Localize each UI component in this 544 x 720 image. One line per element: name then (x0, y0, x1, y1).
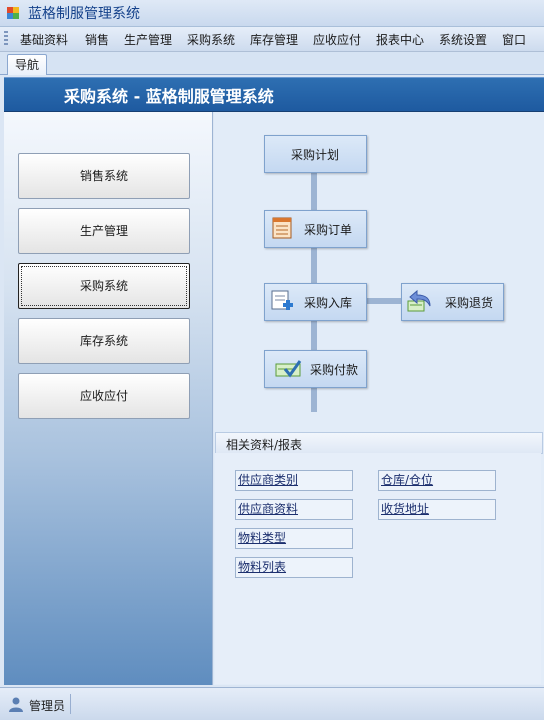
flow-node-receive-label: 采购入库 (304, 296, 353, 310)
related-section-title: 相关资料/报表 (226, 438, 303, 452)
link-material-type[interactable]: 物料类型 (235, 528, 353, 549)
sidebar: 销售系统 生产管理 采购系统 库存系统 应收应付 (4, 112, 213, 685)
link-supplier-info[interactable]: 供应商资料 (235, 499, 353, 520)
document-icon (272, 217, 292, 239)
app-icon (7, 7, 19, 19)
menu-reports[interactable]: 报表中心 (376, 31, 424, 48)
link-material-list[interactable]: 物料列表 (235, 557, 353, 578)
sidebar-item-inventory[interactable]: 库存系统 (18, 318, 190, 364)
menu-window[interactable]: 窗口 (502, 31, 526, 48)
tab-strip: 导航 (0, 52, 544, 75)
sidebar-item-sales[interactable]: 销售系统 (18, 153, 190, 199)
related-section: 供应商类别 仓库/仓位 供应商资料 收货地址 物料类型 物料列表 (215, 453, 541, 684)
flow-node-plan-label: 采购计划 (291, 148, 340, 162)
link-supplier-category[interactable]: 供应商类别 (235, 470, 353, 491)
sidebar-item-purchase[interactable]: 采购系统 (18, 263, 190, 309)
flow-node-order[interactable]: 采购订单 (264, 210, 367, 248)
user-icon (9, 697, 23, 712)
related-section-header: 相关资料/报表 (215, 432, 543, 454)
flow-node-payment-label: 采购付款 (310, 363, 359, 377)
page-title: 采购系统 - 蓝格制服管理系统 (64, 87, 274, 106)
menu-bar: 基础资料 销售 生产管理 采购系统 库存管理 应收应付 报表中心 系统设置 窗口 (0, 27, 544, 52)
status-separator (70, 694, 71, 714)
sidebar-item-receivables[interactable]: 应收应付 (18, 373, 190, 419)
menu-settings[interactable]: 系统设置 (439, 31, 487, 48)
flow-connector-horizontal (366, 298, 402, 304)
check-money-icon (275, 360, 302, 378)
menu-grip[interactable] (4, 31, 8, 47)
menu-inventory[interactable]: 库存管理 (250, 31, 298, 48)
title-bar: 蓝格制服管理系统 (0, 0, 544, 27)
status-bar: 管理员 (0, 687, 544, 720)
menu-receivables[interactable]: 应收应付 (313, 31, 361, 48)
menu-sales[interactable]: 销售 (85, 31, 109, 48)
current-user: 管理员 (29, 699, 66, 713)
tab-navigation[interactable]: 导航 (7, 54, 47, 75)
add-doc-icon (271, 290, 293, 310)
menu-purchase[interactable]: 采购系统 (187, 31, 235, 48)
flow-node-return[interactable]: 采购退货 (401, 283, 504, 321)
flow-node-plan[interactable]: 采购计划 (264, 135, 367, 173)
flow-node-payment[interactable]: 采购付款 (264, 350, 367, 388)
window-title: 蓝格制服管理系统 (28, 6, 140, 22)
menu-basic-data[interactable]: 基础资料 (20, 31, 68, 48)
link-delivery-address[interactable]: 收货地址 (378, 499, 496, 520)
menu-production[interactable]: 生产管理 (124, 31, 172, 48)
flow-node-return-label: 采购退货 (445, 296, 494, 310)
link-warehouse-location[interactable]: 仓库/仓位 (378, 470, 496, 491)
flow-node-receive[interactable]: 采购入库 (264, 283, 367, 321)
return-arrow-icon (407, 289, 431, 312)
sidebar-item-production[interactable]: 生产管理 (18, 208, 190, 254)
page-header: 采购系统 - 蓝格制服管理系统 (4, 77, 544, 112)
flow-node-order-label: 采购订单 (304, 223, 353, 237)
